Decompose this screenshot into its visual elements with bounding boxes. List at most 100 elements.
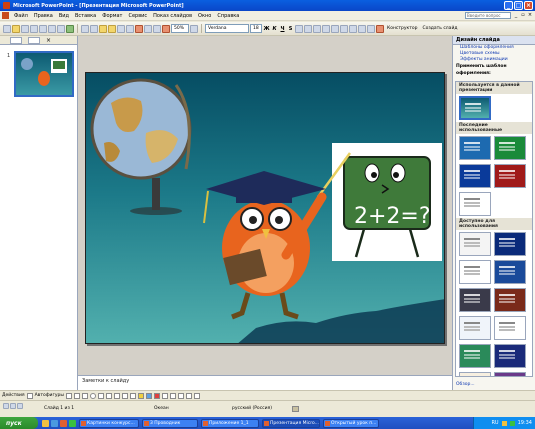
copy-icon[interactable]	[90, 24, 98, 33]
template-thumbnail[interactable]	[459, 288, 491, 312]
color-grayscale-icon[interactable]	[162, 24, 170, 33]
template-thumbnail[interactable]	[459, 96, 491, 120]
underline-button[interactable]: Ч	[279, 25, 286, 33]
template-thumbnail[interactable]	[459, 136, 491, 160]
sorter-view-button[interactable]	[10, 403, 16, 409]
align-center-icon[interactable]	[304, 24, 312, 33]
menu-tools[interactable]: Сервис	[125, 13, 150, 19]
template-thumbnail[interactable]	[494, 372, 526, 376]
notes-area[interactable]: Заметки к слайду	[78, 375, 452, 390]
menu-insert[interactable]: Вставка	[72, 13, 99, 19]
template-thumbnail[interactable]	[494, 232, 526, 256]
template-thumbnail[interactable]	[494, 344, 526, 368]
template-thumbnail[interactable]	[494, 164, 526, 188]
tab-outline[interactable]	[10, 36, 22, 44]
menu-edit[interactable]: Правка	[31, 13, 56, 19]
dash-style-icon[interactable]	[169, 392, 176, 399]
increase-font-icon[interactable]	[340, 24, 348, 33]
tray-volume-icon[interactable]	[501, 420, 507, 426]
tray-language[interactable]: RU	[491, 420, 498, 426]
font-size-select[interactable]: 18	[250, 24, 262, 33]
maximize-button[interactable]: □	[514, 1, 523, 10]
preview-icon[interactable]	[57, 24, 65, 33]
chart-icon[interactable]	[135, 24, 143, 33]
quicklaunch-app-icon[interactable]	[60, 419, 67, 427]
template-thumbnail[interactable]	[459, 344, 491, 368]
quicklaunch-desktop-icon[interactable]	[42, 419, 49, 427]
slide-canvas[interactable]: 2+2=?	[85, 72, 445, 344]
font-color-icon[interactable]	[376, 24, 384, 33]
menu-file[interactable]: Файл	[11, 13, 31, 19]
clipart-icon[interactable]	[121, 392, 128, 399]
line-style-icon[interactable]	[161, 392, 168, 399]
format-painter-icon[interactable]	[108, 24, 116, 33]
designer-button[interactable]: Конструктор	[385, 26, 419, 31]
line-icon[interactable]	[65, 392, 72, 399]
decrease-font-icon[interactable]	[349, 24, 357, 33]
template-thumbnail[interactable]	[459, 232, 491, 256]
quicklaunch-ie-icon[interactable]	[51, 419, 58, 427]
tab-slides[interactable]	[28, 36, 40, 44]
template-thumbnail[interactable]	[459, 164, 491, 188]
browse-link[interactable]: Обзор...	[456, 382, 475, 387]
tray-network-icon[interactable]	[509, 420, 515, 426]
help-icon[interactable]	[190, 24, 198, 33]
close-button[interactable]: ×	[524, 1, 533, 10]
cut-icon[interactable]	[81, 24, 89, 33]
slide-thumbnail[interactable]	[14, 51, 74, 97]
new-slide-button[interactable]: Создать слайд	[420, 26, 459, 31]
template-thumbnail[interactable]	[494, 288, 526, 312]
font-color-icon[interactable]	[153, 392, 160, 399]
paste-icon[interactable]	[99, 24, 107, 33]
arrow-style-icon[interactable]	[177, 392, 184, 399]
slideshow-view-button[interactable]	[17, 403, 23, 409]
template-thumbnail[interactable]	[494, 136, 526, 160]
save-icon[interactable]	[21, 24, 29, 33]
quicklaunch-app-icon[interactable]	[69, 419, 76, 427]
bullets-icon[interactable]	[331, 24, 339, 33]
actions-menu[interactable]: Действия	[2, 393, 25, 398]
undo-icon[interactable]	[117, 24, 125, 33]
wordart-icon[interactable]	[105, 392, 112, 399]
arrow-icon[interactable]	[73, 392, 80, 399]
autoshapes-menu[interactable]: Автофигуры	[35, 393, 64, 398]
redo-icon[interactable]	[126, 24, 134, 33]
rectangle-icon[interactable]	[81, 392, 88, 399]
document-icon[interactable]	[2, 12, 9, 19]
taskbar-item[interactable]: Картинки конкурс...	[79, 418, 139, 428]
align-right-icon[interactable]	[313, 24, 321, 33]
help-question-input[interactable]: Введите вопрос	[465, 12, 511, 19]
template-thumbnail[interactable]	[459, 316, 491, 340]
taskbar-item[interactable]: Открытый урок п...	[323, 418, 379, 428]
new-icon[interactable]	[3, 24, 11, 33]
decrease-indent-icon[interactable]	[358, 24, 366, 33]
taskbar-item[interactable]: 3 Проводник	[142, 418, 198, 428]
taskbar-item-active[interactable]: Презентация Micro...	[262, 418, 320, 428]
doc-minimize-button[interactable]: _	[513, 12, 519, 19]
menu-format[interactable]: Формат	[99, 13, 125, 19]
diagram-icon[interactable]	[113, 392, 120, 399]
minimize-button[interactable]: _	[504, 1, 513, 10]
menu-slideshow[interactable]: Показ слайдов	[150, 13, 195, 19]
picture-icon[interactable]	[129, 392, 136, 399]
italic-button[interactable]: К	[271, 25, 278, 33]
font-select[interactable]: Verdana	[205, 24, 249, 33]
email-icon[interactable]	[39, 24, 47, 33]
line-color-icon[interactable]	[145, 392, 152, 399]
pane-close-icon[interactable]: ×	[46, 37, 51, 44]
start-button[interactable]: пуск	[0, 417, 38, 429]
shadow-style-icon[interactable]	[185, 392, 192, 399]
permission-icon[interactable]	[30, 24, 38, 33]
menu-view[interactable]: Вид	[56, 13, 72, 19]
taskbar-item[interactable]: Приложение 1_1	[201, 418, 259, 428]
template-thumbnail[interactable]	[459, 192, 491, 216]
3d-style-icon[interactable]	[193, 392, 200, 399]
zoom-select[interactable]: 50%	[171, 24, 189, 33]
numbering-icon[interactable]	[322, 24, 330, 33]
table-icon[interactable]	[144, 24, 152, 33]
template-thumbnail[interactable]	[459, 372, 491, 376]
oval-icon[interactable]	[89, 392, 96, 399]
print-icon[interactable]	[48, 24, 56, 33]
doc-restore-button[interactable]: ▫	[520, 12, 526, 19]
normal-view-button[interactable]	[3, 403, 9, 409]
